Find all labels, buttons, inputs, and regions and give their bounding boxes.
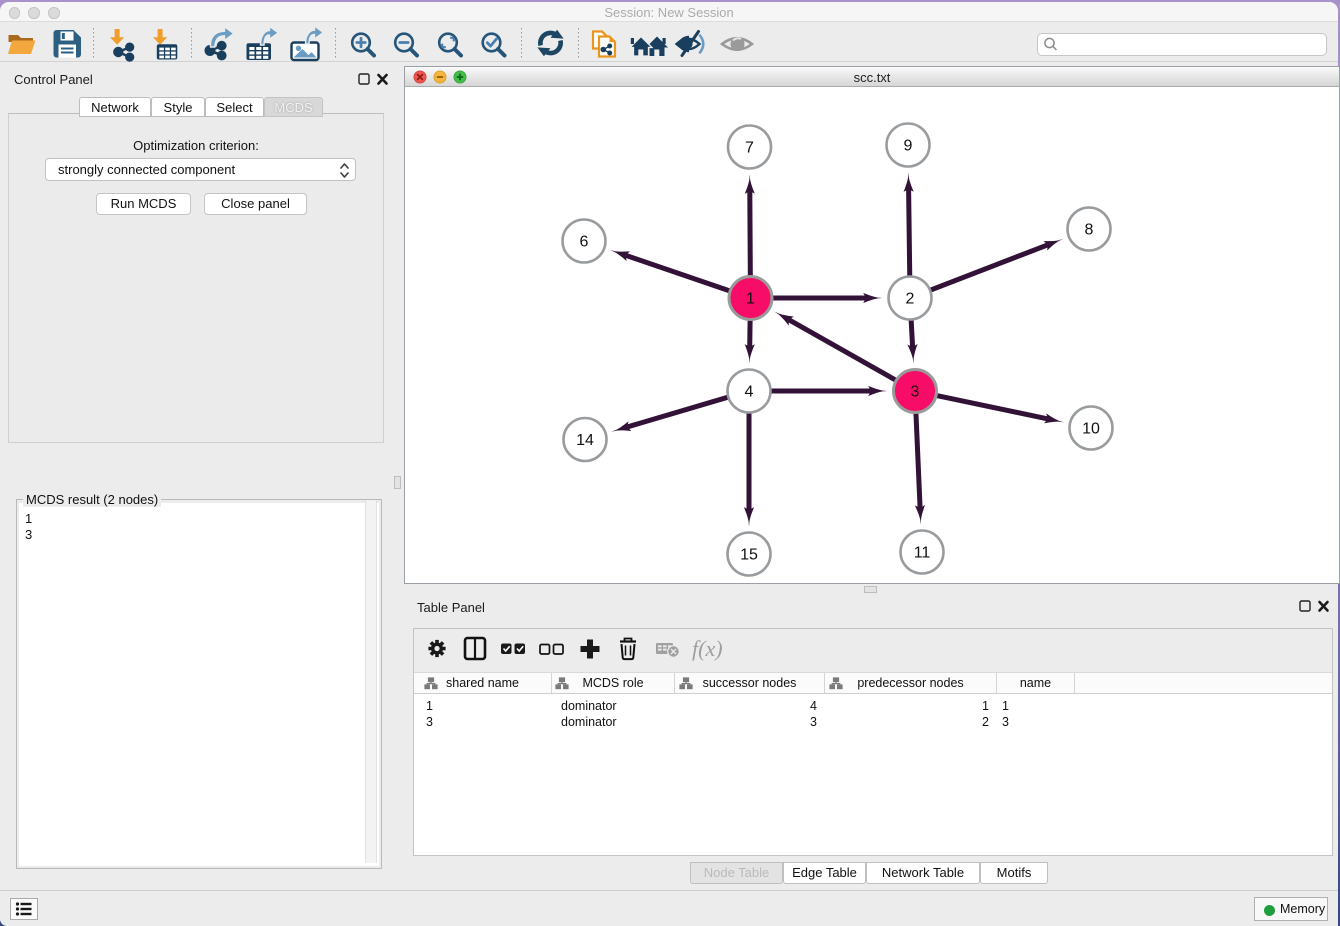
svg-text:9: 9 — [904, 138, 913, 155]
svg-text:8: 8 — [1085, 222, 1094, 239]
svg-text:2: 2 — [906, 291, 915, 308]
svg-text:15: 15 — [740, 547, 758, 564]
svg-text:3: 3 — [911, 384, 920, 401]
svg-text:4: 4 — [745, 384, 754, 401]
svg-text:11: 11 — [914, 545, 931, 562]
svg-text:14: 14 — [576, 432, 594, 449]
svg-text:1: 1 — [746, 291, 755, 308]
svg-text:6: 6 — [580, 234, 589, 251]
svg-text:f(x): f(x) — [692, 636, 723, 661]
svg-text:7: 7 — [745, 140, 754, 157]
svg-text:10: 10 — [1082, 421, 1100, 438]
